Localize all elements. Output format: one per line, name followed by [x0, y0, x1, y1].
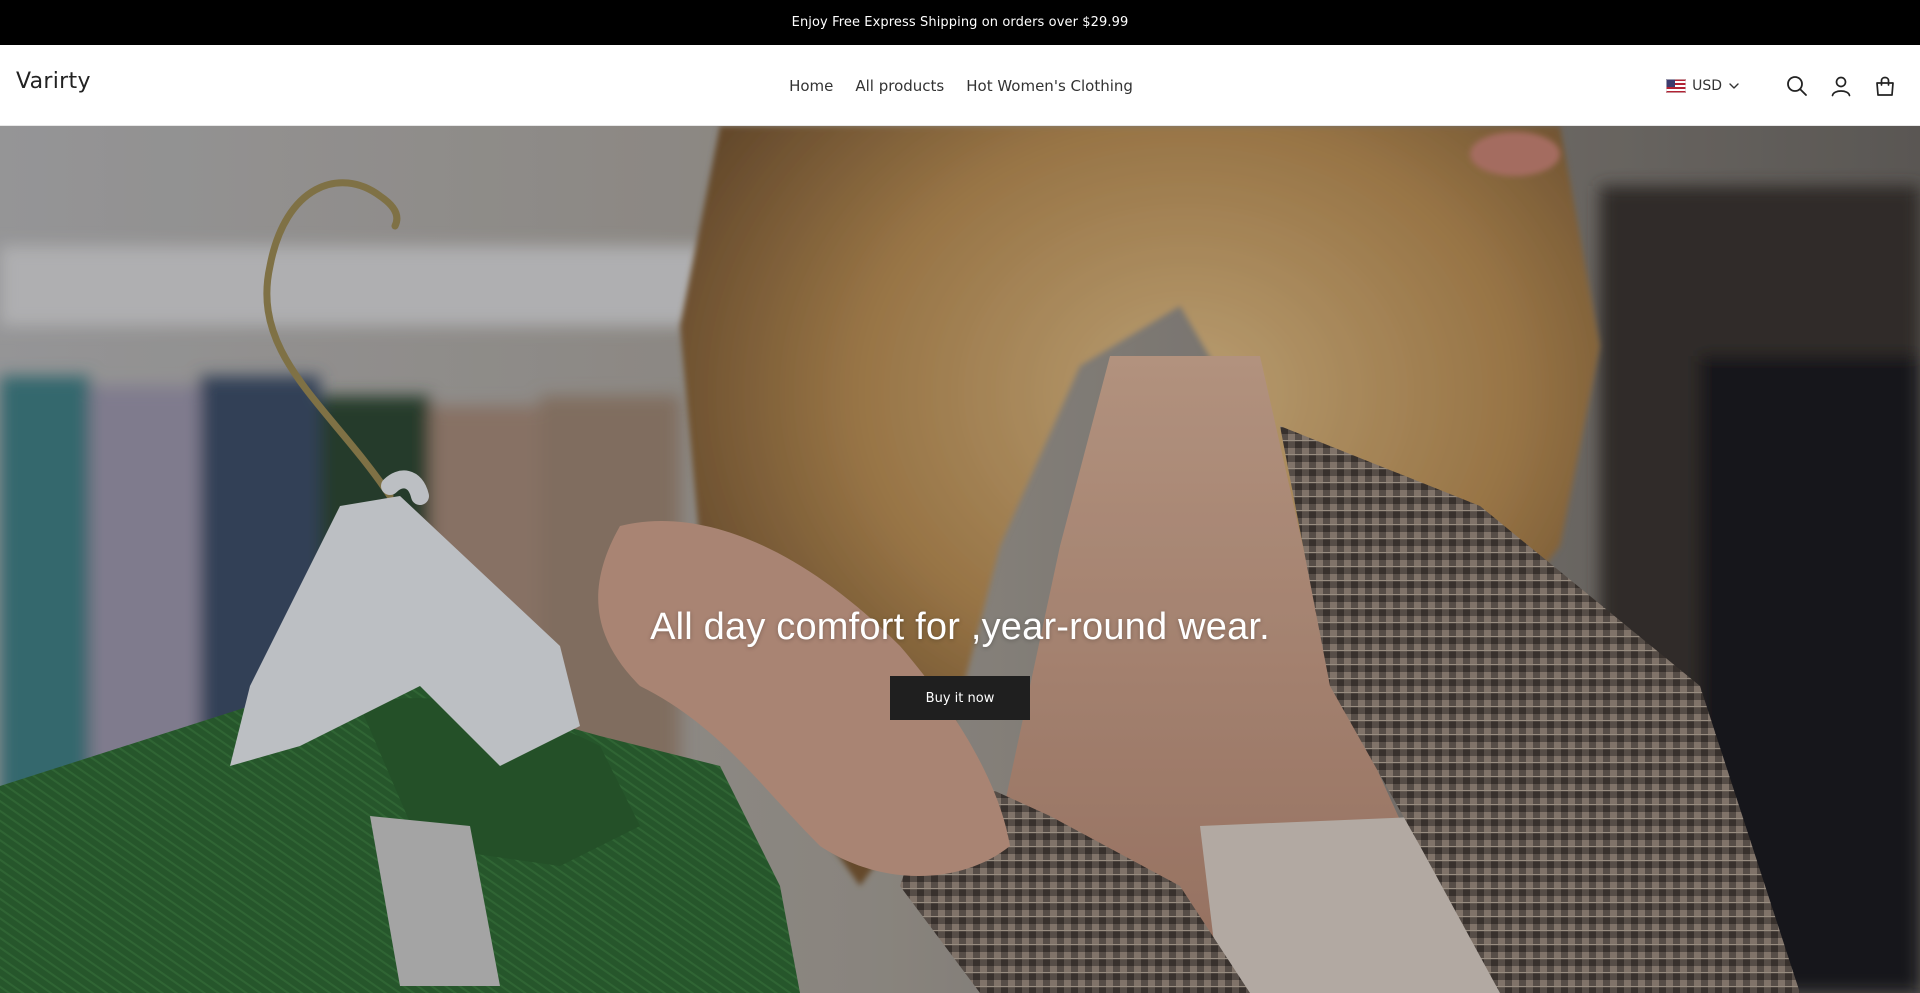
- announcement-text: Enjoy Free Express Shipping on orders ov…: [791, 15, 1129, 30]
- site-header: Varirty Home All products Hot Women's Cl…: [0, 45, 1920, 126]
- search-icon[interactable]: [1784, 73, 1810, 99]
- nav-item-hot-womens-clothing[interactable]: Hot Women's Clothing: [966, 77, 1133, 95]
- buy-it-now-button[interactable]: Buy it now: [890, 676, 1030, 720]
- announcement-bar: Enjoy Free Express Shipping on orders ov…: [0, 0, 1920, 45]
- nav-item-home[interactable]: Home: [789, 77, 833, 95]
- hero-banner: All day comfort for ,year-round wear. Bu…: [0, 126, 1920, 993]
- main-nav: Home All products Hot Women's Clothing: [0, 45, 1920, 126]
- cart-icon[interactable]: [1872, 73, 1898, 99]
- chevron-down-icon: [1729, 82, 1739, 89]
- header-tools: USD: [1666, 45, 1898, 126]
- hero-content: All day comfort for ,year-round wear. Bu…: [0, 606, 1920, 720]
- hero-overlay: [0, 126, 1920, 993]
- account-icon[interactable]: [1828, 73, 1854, 99]
- site-logo[interactable]: Varirty: [16, 69, 91, 94]
- currency-selector[interactable]: USD: [1666, 78, 1740, 94]
- currency-code: USD: [1692, 77, 1722, 94]
- nav-item-all-products[interactable]: All products: [855, 77, 944, 95]
- hero-title: All day comfort for ,year-round wear.: [650, 606, 1270, 648]
- us-flag-icon: [1666, 78, 1687, 93]
